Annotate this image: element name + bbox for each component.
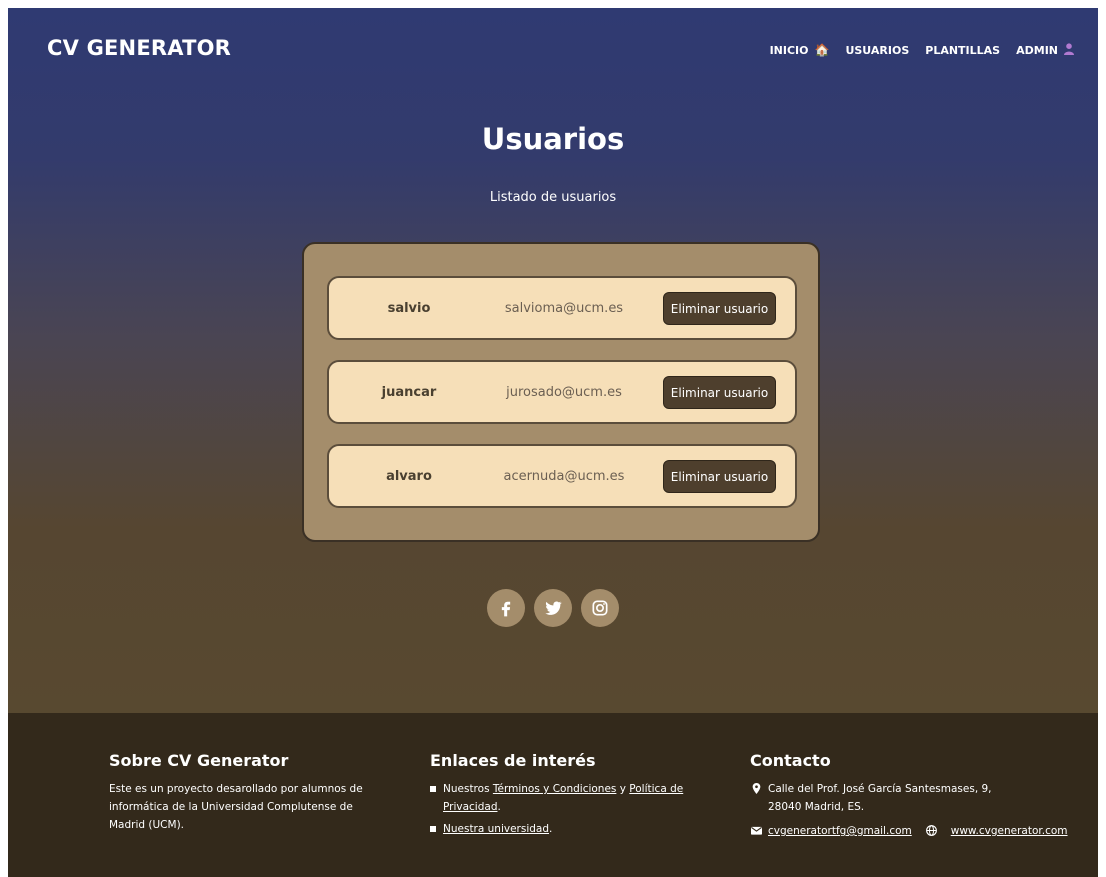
user-card: alvaro acernuda@ucm.es Eliminar usuario <box>327 444 797 508</box>
brand-logo[interactable]: CV GENERATOR <box>47 36 231 60</box>
bullet-square-icon <box>430 826 436 832</box>
address-line1: Calle del Prof. José García Santesmases,… <box>768 783 992 795</box>
person-icon <box>1064 43 1074 57</box>
envelope-icon <box>750 822 762 836</box>
footer-about: Sobre CV Generator Este es un proyecto d… <box>109 751 379 834</box>
footer-about-text: Este es un proyecto desarollado por alum… <box>109 783 363 831</box>
links-and: y <box>619 783 626 795</box>
terms-link[interactable]: Términos y Condiciones <box>493 783 617 795</box>
twitter-icon <box>545 601 562 615</box>
website-link[interactable]: www.cvgenerator.com <box>951 822 1068 840</box>
nav-admin[interactable]: ADMIN <box>1016 43 1074 57</box>
nav-admin-label: ADMIN <box>1016 43 1058 57</box>
site-footer: Sobre CV Generator Este es un proyecto d… <box>8 713 1098 877</box>
globe-icon <box>926 822 938 836</box>
top-nav: INICIO 🏠 USUARIOS PLANTILLAS ADMIN <box>770 43 1074 57</box>
nav-inicio-label: INICIO <box>769 43 809 57</box>
nav-plantillas[interactable]: PLANTILLAS <box>925 43 1000 57</box>
footer-links-list: Nuestros Términos y Condiciones y Políti… <box>430 780 710 838</box>
email-link[interactable]: cvgeneratortfg@gmail.com <box>768 822 912 840</box>
nav-inicio[interactable]: INICIO 🏠 <box>770 43 830 57</box>
footer-contact-title: Contacto <box>750 751 831 770</box>
user-email: jurosado@ucm.es <box>506 384 622 400</box>
list-item: Nuestros Términos y Condiciones y Políti… <box>430 780 710 816</box>
page-frame: CV GENERATOR INICIO 🏠 USUARIOS PLANTILLA… <box>8 8 1098 877</box>
address-line2: 28040 Madrid, ES. <box>768 801 865 813</box>
nav-plantillas-label: PLANTILLAS <box>925 43 1001 57</box>
university-link[interactable]: Nuestra universidad <box>443 823 549 835</box>
delete-user-button[interactable]: Eliminar usuario <box>663 376 776 409</box>
links-period: . <box>549 823 553 835</box>
user-email: salvioma@ucm.es <box>504 300 624 316</box>
users-panel: salvio salvioma@ucm.es Eliminar usuario … <box>302 242 820 542</box>
list-item: Nuestra universidad. <box>430 820 710 838</box>
user-card: juancar jurosado@ucm.es Eliminar usuario <box>327 360 797 424</box>
delete-user-button[interactable]: Eliminar usuario <box>663 460 776 493</box>
facebook-icon <box>501 601 511 617</box>
bullet-square-icon <box>430 786 436 792</box>
page-title: Usuarios <box>481 122 625 156</box>
footer-about-title: Sobre CV Generator <box>109 751 289 770</box>
page-subtitle: Listado de usuarios <box>489 190 617 205</box>
facebook-link[interactable] <box>487 589 525 627</box>
instagram-link[interactable] <box>581 589 619 627</box>
nav-usuarios-label: USUARIOS <box>845 43 910 57</box>
links-period: . <box>497 801 501 813</box>
location-pin-icon <box>750 780 762 794</box>
footer-contact: Contacto Calle del Prof. José García San… <box>750 751 1090 846</box>
footer-links-title: Enlaces de interés <box>430 751 596 770</box>
user-email: acernuda@ucm.es <box>503 468 625 484</box>
user-name: alvaro <box>386 468 432 484</box>
user-name: salvio <box>387 300 431 316</box>
user-name: juancar <box>381 384 437 400</box>
nav-usuarios[interactable]: USUARIOS <box>845 43 909 57</box>
links-prefix: Nuestros <box>443 783 490 795</box>
instagram-icon <box>592 600 608 616</box>
delete-user-button[interactable]: Eliminar usuario <box>663 292 776 325</box>
social-links <box>8 589 1098 627</box>
home-icon: 🏠 <box>814 43 830 57</box>
user-card: salvio salvioma@ucm.es Eliminar usuario <box>327 276 797 340</box>
contact-links: cvgeneratortfg@gmail.com www.cvgenerator… <box>750 822 1090 840</box>
contact-address: Calle del Prof. José García Santesmases,… <box>750 780 1090 816</box>
footer-links: Enlaces de interés Nuestros Términos y C… <box>430 751 710 842</box>
twitter-link[interactable] <box>534 589 572 627</box>
hero-section: CV GENERATOR INICIO 🏠 USUARIOS PLANTILLA… <box>8 8 1098 713</box>
